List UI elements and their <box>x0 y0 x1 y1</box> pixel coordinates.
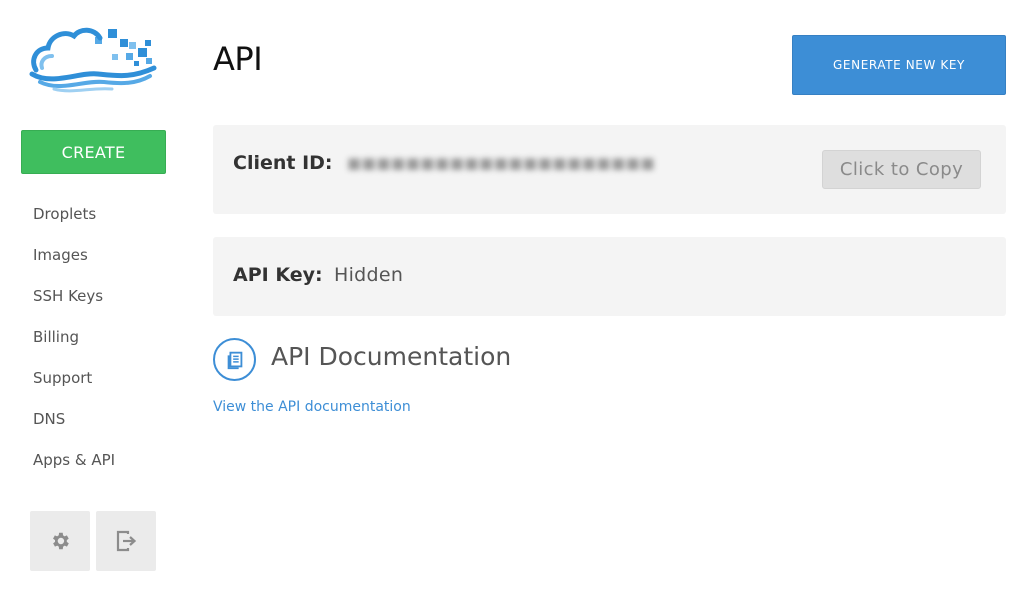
page-title: API <box>213 40 263 78</box>
sidebar-item-images[interactable]: Images <box>33 237 115 278</box>
client-id-value-redacted: ■■■■■■■■■■■■■■■■■■■■■ <box>347 154 656 172</box>
api-key-value: Hidden <box>334 264 404 286</box>
sidebar-item-ssh-keys[interactable]: SSH Keys <box>33 278 115 319</box>
sidebar-item-droplets[interactable]: Droplets <box>33 196 115 237</box>
sidebar-item-dns[interactable]: DNS <box>33 401 115 442</box>
brand-logo[interactable] <box>28 22 160 94</box>
view-api-documentation-link[interactable]: View the API documentation <box>213 399 411 415</box>
api-key-panel: API Key: Hidden <box>213 237 1006 316</box>
api-key-label: API Key: <box>233 264 323 286</box>
settings-button[interactable] <box>30 511 90 571</box>
sidebar-nav: Droplets Images SSH Keys Billing Support… <box>33 196 115 483</box>
logout-button[interactable] <box>96 511 156 571</box>
client-id-label: Client ID: <box>233 152 333 174</box>
click-to-copy-button[interactable]: Click to Copy <box>822 150 981 189</box>
document-icon <box>213 338 256 381</box>
create-button[interactable]: CREATE <box>21 130 166 174</box>
cloud-logo-icon <box>29 27 157 93</box>
sidebar-item-apps-api[interactable]: Apps & API <box>33 442 115 483</box>
sidebar-item-support[interactable]: Support <box>33 360 115 401</box>
api-documentation-heading: API Documentation <box>271 342 512 371</box>
gear-icon <box>53 532 69 550</box>
generate-new-key-button[interactable]: GENERATE NEW KEY <box>792 35 1006 95</box>
logout-icon <box>116 530 137 552</box>
client-id-panel: Client ID: ■■■■■■■■■■■■■■■■■■■■■ Click t… <box>213 125 1006 214</box>
sidebar-item-billing[interactable]: Billing <box>33 319 115 360</box>
